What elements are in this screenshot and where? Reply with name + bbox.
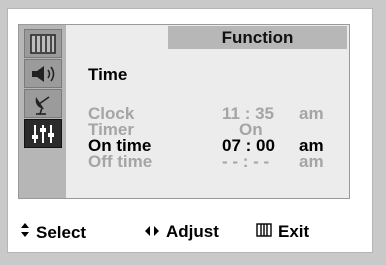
off-time-ampm: am — [299, 152, 324, 171]
sound-icon[interactable] — [24, 59, 62, 88]
select-hint: Select — [20, 222, 86, 243]
menu-sidebar — [19, 25, 66, 198]
select-label: Select — [36, 222, 87, 242]
menu-icon — [256, 222, 272, 242]
adjust-hint: Adjust — [144, 222, 219, 242]
function-sliders-icon[interactable] — [24, 119, 62, 148]
function-menu: Function Time Clock 11 : 35 am Timer On … — [18, 24, 350, 199]
picture-icon[interactable] — [24, 29, 62, 58]
exit-label: Exit — [278, 222, 310, 241]
off-time-label: Off time — [88, 152, 153, 171]
off-time-row[interactable]: Off time - - : - - am — [88, 152, 338, 171]
off-time-value: - - : - - — [222, 152, 270, 171]
section-title: Time — [88, 65, 128, 84]
up-down-arrows-icon — [20, 222, 30, 243]
left-right-arrows-icon — [144, 222, 160, 242]
exit-hint: Exit — [256, 222, 309, 242]
menu-title: Function — [168, 26, 347, 49]
footer-hints: Select Adjust Exit — [18, 219, 358, 245]
satellite-dish-icon[interactable] — [24, 89, 62, 118]
adjust-label: Adjust — [166, 222, 219, 241]
